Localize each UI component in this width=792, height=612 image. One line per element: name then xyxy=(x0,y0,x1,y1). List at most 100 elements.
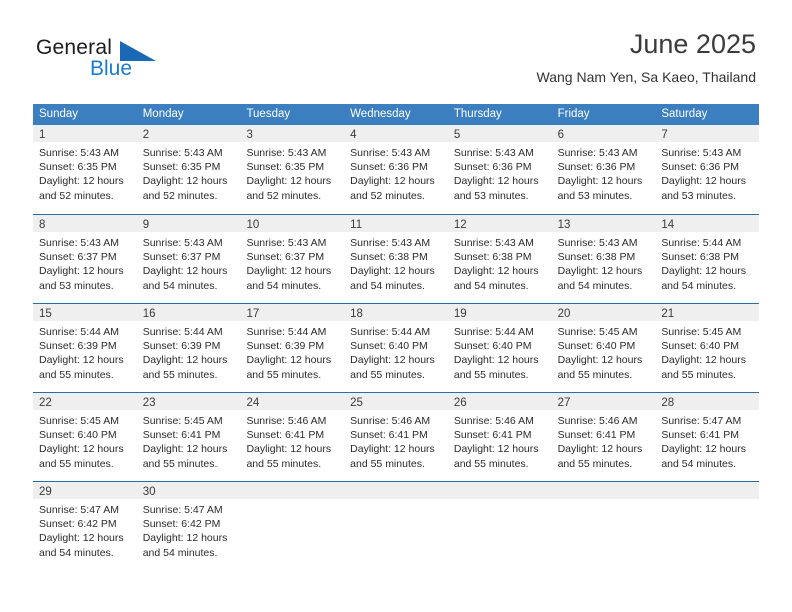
day-info: Sunrise: 5:43 AM Sunset: 6:35 PM Dayligh… xyxy=(240,142,344,203)
day-number-band: 29 xyxy=(33,482,137,499)
day-number-band: 23 xyxy=(136,393,241,410)
daylight-text-line1: Daylight: 12 hours xyxy=(246,175,332,188)
day-info: Sunrise: 5:44 AM Sunset: 6:39 PM Dayligh… xyxy=(240,321,344,382)
day-info: Sunrise: 5:43 AM Sunset: 6:36 PM Dayligh… xyxy=(655,142,759,203)
day-number: 16 xyxy=(142,308,156,320)
sunset-text: Sunset: 6:42 PM xyxy=(142,518,221,531)
sunrise-text: Sunrise: 5:44 AM xyxy=(453,326,534,338)
daylight-text-line2: and 55 minutes. xyxy=(142,457,218,470)
day-number-band: 11 xyxy=(344,215,448,232)
day-cell[interactable]: 11 Sunrise: 5:43 AM Sunset: 6:38 PM Dayl… xyxy=(344,215,448,303)
daylight-text-line2: and 52 minutes. xyxy=(350,189,425,202)
daylight-text-line1: Daylight: 12 hours xyxy=(246,354,332,367)
day-cell[interactable]: 6 Sunrise: 5:43 AM Sunset: 6:36 PM Dayli… xyxy=(551,125,656,214)
daylight-text-line1: Daylight: 12 hours xyxy=(39,354,124,367)
day-cell[interactable]: 25 Sunrise: 5:46 AM Sunset: 6:41 PM Dayl… xyxy=(344,393,448,481)
day-info: Sunrise: 5:43 AM Sunset: 6:36 PM Dayligh… xyxy=(552,142,656,203)
day-cell[interactable]: 30 Sunrise: 5:47 AM Sunset: 6:42 PM Dayl… xyxy=(136,482,241,573)
day-cell[interactable]: 2 Sunrise: 5:43 AM Sunset: 6:35 PM Dayli… xyxy=(136,125,241,214)
day-cell[interactable]: 8 Sunrise: 5:43 AM Sunset: 6:37 PM Dayli… xyxy=(33,215,137,303)
day-cell[interactable]: 15 Sunrise: 5:44 AM Sunset: 6:39 PM Dayl… xyxy=(33,304,137,392)
day-cell[interactable]: 12 Sunrise: 5:43 AM Sunset: 6:38 PM Dayl… xyxy=(447,215,552,303)
day-cell[interactable]: 10 Sunrise: 5:43 AM Sunset: 6:37 PM Dayl… xyxy=(240,215,345,303)
day-number: 14 xyxy=(661,219,675,231)
day-cell[interactable]: 21 Sunrise: 5:45 AM Sunset: 6:40 PM Dayl… xyxy=(655,304,760,392)
day-info: Sunrise: 5:45 AM Sunset: 6:40 PM Dayligh… xyxy=(552,321,656,382)
day-number-band: 30 xyxy=(136,482,241,499)
day-cell[interactable]: 18 Sunrise: 5:44 AM Sunset: 6:40 PM Dayl… xyxy=(344,304,448,392)
day-info: Sunrise: 5:47 AM Sunset: 6:42 PM Dayligh… xyxy=(137,499,241,560)
week-row: 29 Sunrise: 5:47 AM Sunset: 6:42 PM Dayl… xyxy=(33,481,760,573)
day-cell[interactable]: 20 Sunrise: 5:45 AM Sunset: 6:40 PM Dayl… xyxy=(551,304,656,392)
day-cell[interactable]: 22 Sunrise: 5:45 AM Sunset: 6:40 PM Dayl… xyxy=(33,393,137,481)
daylight-text-line1: Daylight: 12 hours xyxy=(39,175,124,188)
daylight-text-line1: Daylight: 12 hours xyxy=(350,265,435,278)
day-cell[interactable]: 27 Sunrise: 5:46 AM Sunset: 6:41 PM Dayl… xyxy=(551,393,656,481)
day-number: 17 xyxy=(246,308,260,320)
title-block: June 2025 Wang Nam Yen, Sa Kaeo, Thailan… xyxy=(537,28,756,87)
day-cell[interactable]: 3 Sunrise: 5:43 AM Sunset: 6:35 PM Dayli… xyxy=(240,125,345,214)
day-cell[interactable]: 9 Sunrise: 5:43 AM Sunset: 6:37 PM Dayli… xyxy=(136,215,241,303)
day-cell[interactable]: 29 Sunrise: 5:47 AM Sunset: 6:42 PM Dayl… xyxy=(33,482,137,573)
weekday-header-tuesday: Tuesday xyxy=(246,108,291,120)
day-number: 7 xyxy=(661,129,668,141)
day-cell[interactable]: 19 Sunrise: 5:44 AM Sunset: 6:40 PM Dayl… xyxy=(447,304,552,392)
daylight-text-line1: Daylight: 12 hours xyxy=(39,532,124,545)
week-row: 1 Sunrise: 5:43 AM Sunset: 6:35 PM Dayli… xyxy=(33,125,760,214)
day-info: Sunrise: 5:45 AM Sunset: 6:40 PM Dayligh… xyxy=(33,410,137,471)
day-cell[interactable]: 23 Sunrise: 5:45 AM Sunset: 6:41 PM Dayl… xyxy=(136,393,241,481)
generalblue-logo[interactable]: General Blue xyxy=(36,36,216,82)
day-cell[interactable]: 16 Sunrise: 5:44 AM Sunset: 6:39 PM Dayl… xyxy=(136,304,241,392)
day-number: 24 xyxy=(246,397,260,409)
daylight-text-line1: Daylight: 12 hours xyxy=(142,265,228,278)
week-row: 8 Sunrise: 5:43 AM Sunset: 6:37 PM Dayli… xyxy=(33,214,760,303)
day-number-band: 12 xyxy=(447,215,552,232)
daylight-text-line1: Daylight: 12 hours xyxy=(350,175,435,188)
sunset-text: Sunset: 6:41 PM xyxy=(142,429,221,442)
daylight-text-line2: and 55 minutes. xyxy=(661,368,737,381)
day-cell[interactable]: 13 Sunrise: 5:43 AM Sunset: 6:38 PM Dayl… xyxy=(551,215,656,303)
day-cell[interactable]: 1 Sunrise: 5:43 AM Sunset: 6:35 PM Dayli… xyxy=(33,125,137,214)
day-number-band: 14 xyxy=(655,215,760,232)
day-cell[interactable]: 26 Sunrise: 5:46 AM Sunset: 6:41 PM Dayl… xyxy=(447,393,552,481)
day-cell[interactable]: 7 Sunrise: 5:43 AM Sunset: 6:36 PM Dayli… xyxy=(655,125,760,214)
day-number: 15 xyxy=(39,308,52,320)
daylight-text-line2: and 52 minutes. xyxy=(142,189,218,202)
day-number-band: 13 xyxy=(551,215,656,232)
weekday-header-monday: Monday xyxy=(142,108,184,120)
day-cell[interactable]: 14 Sunrise: 5:44 AM Sunset: 6:38 PM Dayl… xyxy=(655,215,760,303)
daylight-text-line2: and 52 minutes. xyxy=(39,189,114,202)
sunset-text: Sunset: 6:42 PM xyxy=(39,518,117,531)
day-cell[interactable]: 17 Sunrise: 5:44 AM Sunset: 6:39 PM Dayl… xyxy=(240,304,345,392)
day-number-band: 1 xyxy=(33,125,137,142)
weekday-header-wednesday: Wednesday xyxy=(350,108,411,120)
daylight-text-line2: and 55 minutes. xyxy=(557,368,633,381)
daylight-text-line1: Daylight: 12 hours xyxy=(453,443,539,456)
week-row: 15 Sunrise: 5:44 AM Sunset: 6:39 PM Dayl… xyxy=(33,303,760,392)
page-subtitle: Wang Nam Yen, Sa Kaeo, Thailand xyxy=(536,69,756,85)
daylight-text-line2: and 54 minutes. xyxy=(557,279,633,292)
weekday-header-thursday: Thursday xyxy=(453,108,502,120)
sunset-text: Sunset: 6:41 PM xyxy=(246,429,325,442)
day-number-band: 17 xyxy=(240,304,345,321)
sunset-text: Sunset: 6:36 PM xyxy=(661,161,739,174)
daylight-text-line1: Daylight: 12 hours xyxy=(142,175,228,188)
day-number: 10 xyxy=(246,219,260,231)
day-cell[interactable]: 5 Sunrise: 5:43 AM Sunset: 6:36 PM Dayli… xyxy=(447,125,552,214)
day-cell[interactable]: 28 Sunrise: 5:47 AM Sunset: 6:41 PM Dayl… xyxy=(655,393,760,481)
day-number: 8 xyxy=(39,219,46,231)
day-number: 26 xyxy=(453,397,467,409)
sunrise-text: Sunrise: 5:45 AM xyxy=(39,415,119,427)
day-info: Sunrise: 5:44 AM Sunset: 6:39 PM Dayligh… xyxy=(137,321,241,382)
day-number-band: 8 xyxy=(33,215,137,232)
page-header: General Blue June 2025 Wang Nam Yen, Sa … xyxy=(0,0,792,100)
day-info: Sunrise: 5:44 AM Sunset: 6:40 PM Dayligh… xyxy=(344,321,448,382)
day-cell[interactable]: 24 Sunrise: 5:46 AM Sunset: 6:41 PM Dayl… xyxy=(240,393,345,481)
sunset-text: Sunset: 6:39 PM xyxy=(246,340,325,353)
day-number: 19 xyxy=(453,308,467,320)
day-cell[interactable]: 4 Sunrise: 5:43 AM Sunset: 6:36 PM Dayli… xyxy=(344,125,448,214)
day-number: 25 xyxy=(350,397,363,409)
daylight-text-line2: and 54 minutes. xyxy=(661,279,737,292)
sunset-text: Sunset: 6:40 PM xyxy=(39,429,117,442)
day-number-band: 5 xyxy=(447,125,552,142)
